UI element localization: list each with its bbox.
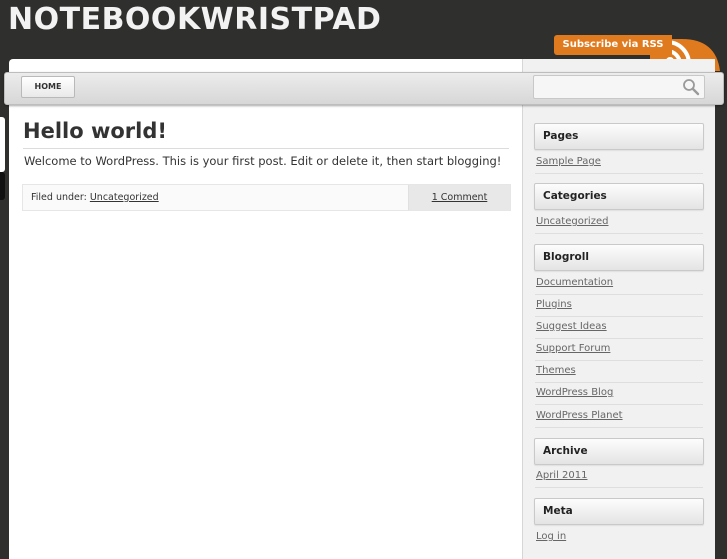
- sidebar-link-support-forum[interactable]: Support Forum: [536, 343, 610, 354]
- sidebar-link-wordpress-planet[interactable]: WordPress Planet: [536, 410, 623, 421]
- sidebar-link-plugins[interactable]: Plugins: [536, 299, 572, 310]
- category-link[interactable]: Uncategorized: [90, 192, 159, 203]
- divider: [535, 404, 703, 405]
- filed-under-label: Filed under:: [31, 192, 87, 203]
- divider: [535, 316, 703, 317]
- edge-tab-light: [0, 117, 5, 172]
- search-icon[interactable]: [682, 78, 700, 96]
- search-input[interactable]: [538, 78, 677, 97]
- sidebar-link-documentation[interactable]: Documentation: [536, 277, 613, 288]
- filed-under: Filed under: Uncategorized: [31, 192, 159, 203]
- comments-box: 1 Comment: [408, 185, 510, 210]
- divider: [535, 173, 703, 174]
- post-body: Welcome to WordPress. This is your first…: [24, 154, 502, 168]
- divider: [535, 382, 703, 383]
- rss-subscribe[interactable]: Subscribe via RSS: [554, 35, 727, 71]
- widget-title-meta: Meta: [534, 498, 704, 525]
- sidebar-link-wordpress-blog[interactable]: WordPress Blog: [536, 387, 613, 398]
- post-title[interactable]: Hello world!: [23, 119, 167, 143]
- divider: [535, 338, 703, 339]
- sidebar-link-uncategorized[interactable]: Uncategorized: [536, 216, 608, 227]
- nav-home-tab[interactable]: HOME: [21, 76, 75, 98]
- divider: [535, 487, 703, 488]
- divider: [535, 294, 703, 295]
- title-divider: [23, 148, 509, 149]
- site-title[interactable]: NOTEBOOKWRISTPAD: [8, 2, 381, 38]
- widget-title-archive: Archive: [534, 438, 704, 465]
- sidebar-link-april-2011[interactable]: April 2011: [536, 470, 587, 481]
- widget-title-blogroll: Blogroll: [534, 244, 704, 271]
- post-meta: Filed under: Uncategorized 1 Comment: [22, 184, 511, 211]
- search-box: [533, 75, 705, 99]
- nav-bar: HOME: [4, 72, 724, 105]
- edge-tab-dark: [0, 172, 5, 200]
- divider: [535, 233, 703, 234]
- sidebar-link-sample-page[interactable]: Sample Page: [536, 156, 601, 167]
- divider: [535, 427, 703, 428]
- sidebar-link-suggest-ideas[interactable]: Suggest Ideas: [536, 321, 607, 332]
- widget-title-pages: Pages: [534, 123, 704, 150]
- widget-title-categories: Categories: [534, 183, 704, 210]
- comments-link[interactable]: 1 Comment: [432, 192, 488, 203]
- sidebar-link-log-in[interactable]: Log in: [536, 531, 566, 542]
- divider: [535, 360, 703, 361]
- rss-subscribe-label[interactable]: Subscribe via RSS: [554, 35, 672, 55]
- sidebar-link-themes[interactable]: Themes: [536, 365, 576, 376]
